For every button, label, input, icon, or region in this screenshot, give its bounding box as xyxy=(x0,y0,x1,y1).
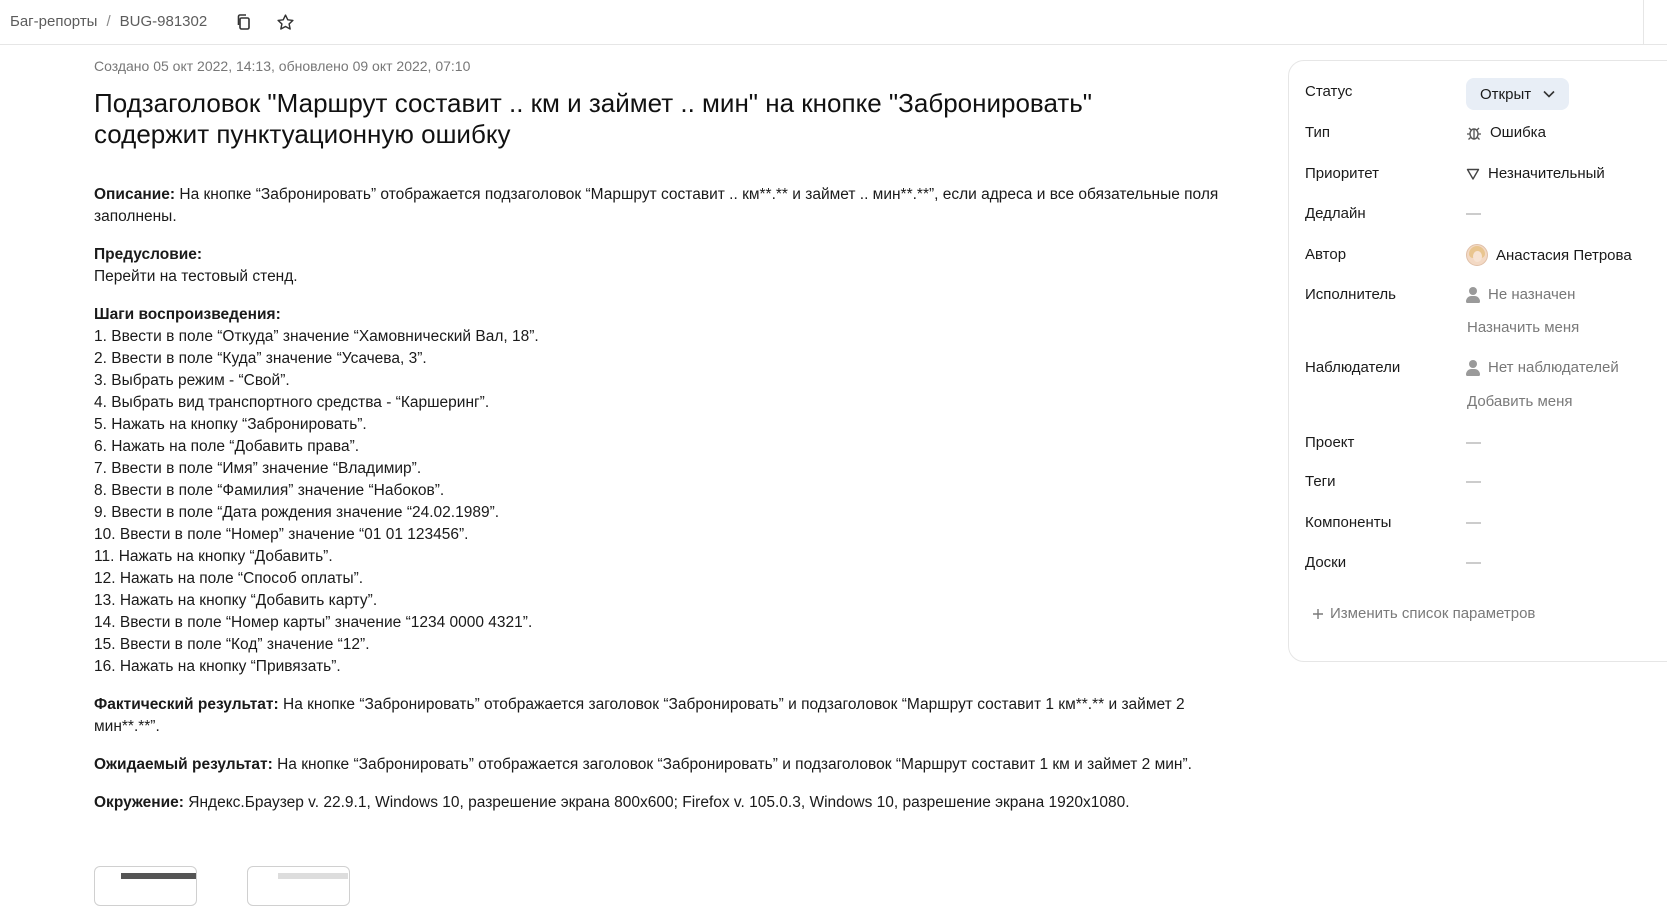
steps-label: Шаги воспроизведения: xyxy=(94,306,281,323)
watchers-value[interactable]: Нет наблюдателей xyxy=(1466,359,1619,376)
precondition-label: Предусловие: xyxy=(94,246,203,263)
precondition-paragraph: Предусловие: Перейти на тестовый стенд. xyxy=(94,244,1244,288)
actual-result-paragraph: Фактический результат: На кнопке “Заброн… xyxy=(94,694,1244,738)
issue-main: Создано 05 окт 2022, 14:13, обновлено 09… xyxy=(94,58,1244,830)
step-item: 1. Ввести в поле “Откуда” значение “Хамо… xyxy=(94,328,539,345)
description-label: Описание: xyxy=(94,186,176,203)
components-value[interactable]: — xyxy=(1466,514,1481,531)
attachment-thumbnail[interactable] xyxy=(94,866,197,906)
tags-label: Теги xyxy=(1305,473,1336,490)
watchers-label: Наблюдатели xyxy=(1305,359,1401,376)
copy-icon[interactable] xyxy=(233,11,255,33)
step-item: 7. Ввести в поле “Имя” значение “Владими… xyxy=(94,460,422,477)
priority-value[interactable]: Незначительный xyxy=(1466,165,1605,182)
change-params-label: Изменить список параметров xyxy=(1330,605,1536,622)
breadcrumb-issue-key[interactable]: BUG-981302 xyxy=(120,13,208,30)
description-paragraph: Описание: На кнопке “Забронировать” отоб… xyxy=(94,184,1244,228)
assignee-value[interactable]: Не назначен xyxy=(1466,286,1575,303)
expected-result-label: Ожидаемый результат: xyxy=(94,756,273,773)
tags-value[interactable]: — xyxy=(1466,473,1481,490)
assignee-label: Исполнитель xyxy=(1305,286,1396,303)
attachment-thumbnail[interactable] xyxy=(247,866,350,906)
type-value[interactable]: Ошибка xyxy=(1466,124,1546,141)
issue-meta: Создано 05 окт 2022, 14:13, обновлено 09… xyxy=(94,58,471,74)
project-label: Проект xyxy=(1305,434,1355,451)
actual-result-label: Фактический результат: xyxy=(94,696,279,713)
status-label: Статус xyxy=(1305,83,1353,100)
assignee-value-text: Не назначен xyxy=(1488,286,1576,303)
step-item: 12. Нажать на поле “Способ оплаты”. xyxy=(94,570,364,587)
step-item: 11. Нажать на кнопку “Добавить”. xyxy=(94,548,333,565)
change-params-button[interactable]: Изменить список параметров xyxy=(1312,605,1535,622)
plus-icon xyxy=(1313,608,1323,619)
environment-text: Яндекс.Браузер v. 22.9.1, Windows 10, ра… xyxy=(183,794,1130,811)
priority-label: Приоритет xyxy=(1305,165,1379,182)
person-icon xyxy=(1466,359,1480,376)
step-item: 2. Ввести в поле “Куда” значение “Усачев… xyxy=(94,350,427,367)
step-item: 9. Ввести в поле “Дата рождения значение… xyxy=(94,504,500,521)
issue-description: Описание: На кнопке “Забронировать” отоб… xyxy=(94,184,1244,814)
watchers-value-text: Нет наблюдателей xyxy=(1488,359,1619,376)
person-icon xyxy=(1466,286,1480,303)
step-item: 8. Ввести в поле “Фамилия” значение “Наб… xyxy=(94,482,445,499)
author-name: Анастасия Петрова xyxy=(1496,246,1632,264)
step-item: 4. Выбрать вид транспортного средства - … xyxy=(94,394,490,411)
type-value-text: Ошибка xyxy=(1490,124,1546,141)
breadcrumb-separator: / xyxy=(106,13,111,30)
status-value: Открыт xyxy=(1480,85,1532,103)
author-label: Автор xyxy=(1305,246,1347,263)
status-dropdown[interactable]: Открыт xyxy=(1466,78,1570,110)
bug-icon xyxy=(1467,127,1481,140)
step-item: 14. Ввести в поле “Номер карты” значение… xyxy=(94,614,533,631)
project-value[interactable]: — xyxy=(1466,434,1481,451)
top-bar-divider xyxy=(1643,0,1644,45)
priority-value-text: Незначительный xyxy=(1488,165,1605,182)
add-me-link[interactable]: Добавить меня xyxy=(1467,393,1573,410)
precondition-text: Перейти на тестовый стенд. xyxy=(94,268,298,285)
step-item: 10. Ввести в поле “Номер” значение “01 0… xyxy=(94,526,469,543)
step-item: 3. Выбрать режим - “Свой”. xyxy=(94,372,290,389)
breadcrumb-section-link[interactable]: Баг-репорты xyxy=(10,13,97,30)
step-item: 6. Нажать на поле “Добавить права”. xyxy=(94,438,360,455)
top-bar: Баг-репорты / BUG-981302 xyxy=(0,0,1667,45)
breadcrumb: Баг-репорты / BUG-981302 xyxy=(10,13,207,30)
environment-label: Окружение: xyxy=(94,794,184,811)
step-item: 16. Нажать на кнопку “Привязать”. xyxy=(94,658,341,675)
expected-result-paragraph: Ожидаемый результат: На кнопке “Забронир… xyxy=(94,754,1244,776)
step-item: 15. Ввести в поле “Код” значение “12”. xyxy=(94,636,370,653)
environment-paragraph: Окружение: Яндекс.Браузер v. 22.9.1, Win… xyxy=(94,792,1244,814)
expected-result-text: На кнопке “Забронировать” отображается з… xyxy=(272,756,1192,773)
issue-title: Подзаголовок "Маршрут составит .. км и з… xyxy=(94,88,1093,149)
step-item: 13. Нажать на кнопку “Добавить карту”. xyxy=(94,592,378,609)
avatar xyxy=(1466,244,1488,266)
deadline-label: Дедлайн xyxy=(1305,205,1366,222)
chevron-down-icon xyxy=(1543,90,1555,98)
description-text: На кнопке “Забронировать” отображается п… xyxy=(94,186,1219,225)
author-value[interactable]: Анастасия Петрова xyxy=(1466,244,1632,266)
boards-label: Доски xyxy=(1305,554,1347,571)
steps-list: 1. Ввести в поле “Откуда” значение “Хамо… xyxy=(94,326,1244,678)
step-item: 5. Нажать на кнопку “Забронировать”. xyxy=(94,416,367,433)
assign-me-link[interactable]: Назначить меня xyxy=(1467,319,1579,336)
boards-value[interactable]: — xyxy=(1466,554,1481,571)
components-label: Компоненты xyxy=(1305,514,1392,531)
star-icon[interactable] xyxy=(274,11,296,33)
type-label: Тип xyxy=(1305,124,1331,141)
deadline-value[interactable]: — xyxy=(1466,205,1481,222)
priority-low-icon xyxy=(1466,168,1480,180)
